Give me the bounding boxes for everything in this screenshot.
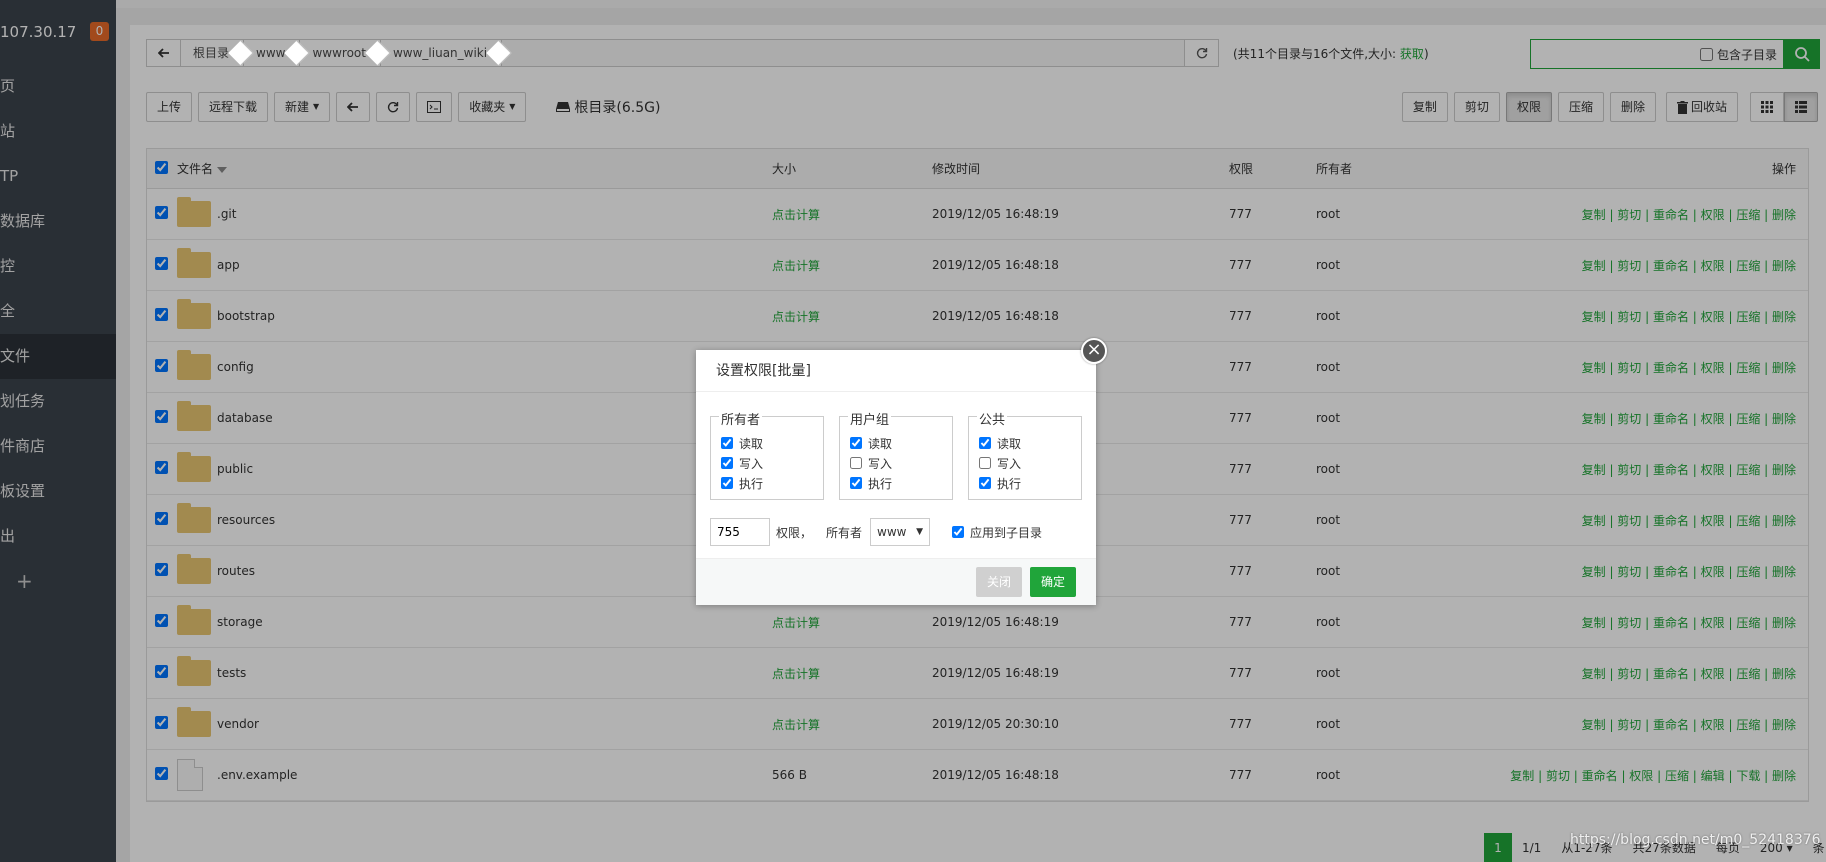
group-group: 用户组 读取 写入 执行 [839, 409, 953, 500]
dialog-title: 设置权限[批量] [696, 350, 1096, 392]
public-write-checkbox[interactable]: 写入 [979, 453, 1081, 473]
group-write-checkbox[interactable]: 写入 [850, 453, 952, 473]
close-button[interactable]: 关闭 [976, 567, 1022, 597]
group-exec-checkbox[interactable]: 执行 [850, 473, 952, 493]
public-read-checkbox[interactable]: 读取 [979, 433, 1081, 453]
close-icon[interactable]: × [1081, 338, 1107, 364]
owner-exec-checkbox[interactable]: 执行 [721, 473, 823, 493]
watermark: https://blog.csdn.net/m0_52418376 [1570, 832, 1821, 848]
permission-groups: 所有者 读取 写入 执行 用户组 读取 写入 执行 公共 读取 写入 执行 [710, 409, 1082, 500]
permission-label: 权限， [776, 525, 813, 540]
owner-read-checkbox[interactable]: 读取 [721, 433, 823, 453]
owner-select[interactable]: www ▼ [870, 518, 931, 546]
group-read-checkbox[interactable]: 读取 [850, 433, 952, 453]
permission-row: 权限， 所有者 www▼ 应用到子目录 [710, 518, 1042, 546]
public-exec-checkbox[interactable]: 执行 [979, 473, 1081, 493]
owner-label: 所有者 [826, 525, 863, 540]
owner-group: 所有者 读取 写入 执行 [710, 409, 824, 500]
owner-write-checkbox[interactable]: 写入 [721, 453, 823, 473]
dialog-footer: 关闭 确定 [696, 558, 1096, 605]
public-legend: 公共 [977, 409, 1008, 428]
public-group: 公共 读取 写入 执行 [968, 409, 1082, 500]
permission-dialog: 设置权限[批量] × 所有者 读取 写入 执行 用户组 读取 写入 执行 公共 … [696, 338, 1107, 605]
group-legend: 用户组 [848, 409, 892, 428]
confirm-button[interactable]: 确定 [1030, 567, 1076, 597]
permission-input[interactable] [710, 518, 770, 546]
apply-subdir-checkbox[interactable]: 应用到子目录 [952, 522, 1042, 542]
owner-legend: 所有者 [719, 409, 763, 428]
